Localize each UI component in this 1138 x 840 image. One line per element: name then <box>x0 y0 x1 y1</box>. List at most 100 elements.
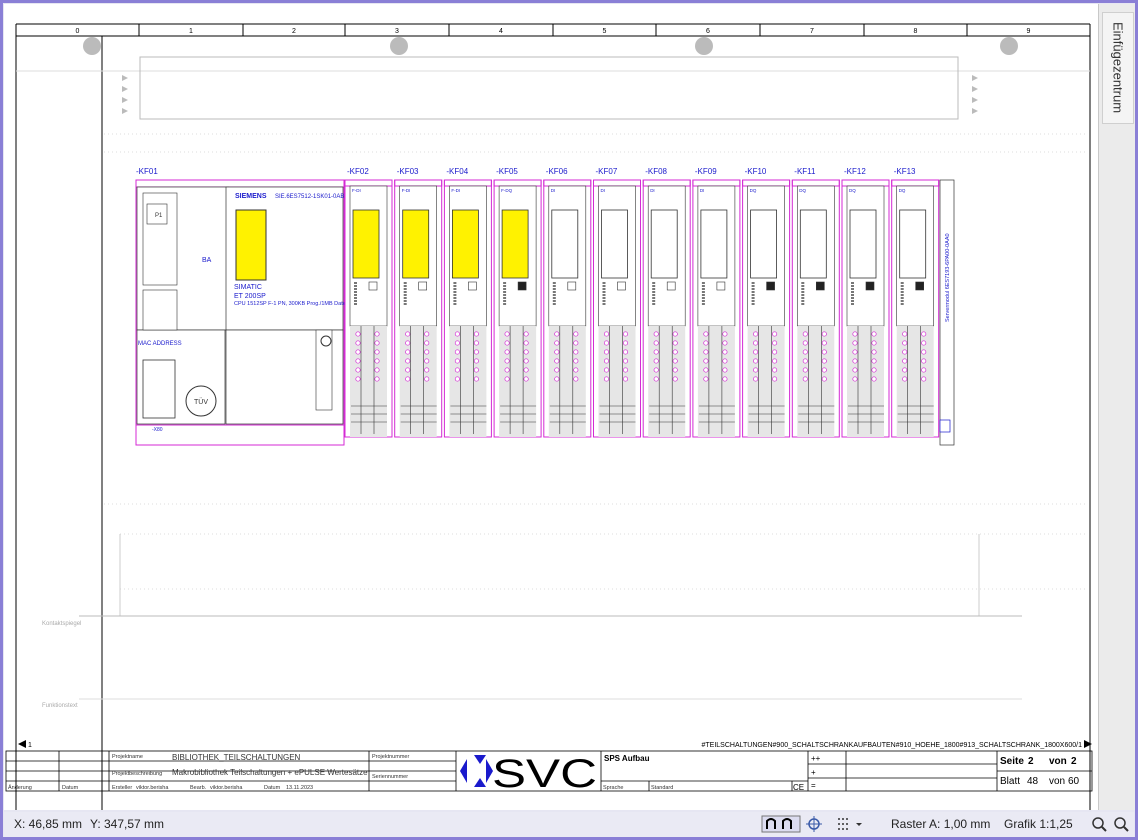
server-module-label: Servermodul 6ES7193-6PA00-0AA0 <box>945 233 951 322</box>
zoom-icon[interactable] <box>1112 815 1130 833</box>
ruler-column-3: 3 <box>395 28 399 35</box>
grid-dropdown-icon[interactable] <box>836 815 866 833</box>
blatt-label: Blatt <box>1000 776 1020 787</box>
sprache-label: Sprache <box>603 785 624 791</box>
bearb-label: Bearb. <box>190 785 207 791</box>
seite-value: 2 <box>1028 756 1034 767</box>
io-module-kf13[interactable]: DQ <box>891 179 940 438</box>
prev-page-arrow-icon[interactable] <box>18 740 26 748</box>
io-tag-kf12: -KF12 <box>844 167 866 176</box>
io-tag-kf06: -KF06 <box>546 167 568 176</box>
io-type-label: DQ <box>899 188 906 193</box>
io-type-label: DI <box>650 188 655 193</box>
io-tag-kf10: -KF10 <box>745 167 767 176</box>
io-type-label: F-DI <box>402 188 411 193</box>
datum-value: 13.11.2023 <box>286 785 313 791</box>
next-page-arrow-icon[interactable] <box>1084 740 1092 748</box>
seite-von-label: von <box>1049 756 1067 767</box>
sprache-value: Standard <box>651 785 673 791</box>
io-module-kf09[interactable]: DI <box>692 179 741 438</box>
svc-logo-text: SVC <box>492 752 597 796</box>
ruler-column-0: 0 <box>76 28 80 35</box>
kontaktspiegel-label: Kontaktspiegel <box>42 621 81 627</box>
io-module-kf07[interactable]: DI <box>593 179 641 438</box>
cross-reference-arrows <box>122 75 978 114</box>
io-type-label: F-DI <box>352 188 361 193</box>
datum-col-label: Datum <box>62 785 79 791</box>
drawing-title: SPS Aufbau <box>604 754 650 763</box>
io-module-kf11[interactable]: DQ <box>791 179 840 438</box>
schematic-canvas[interactable]: 0123456789 Kontaktspiegel Funktionstext … <box>4 4 1098 810</box>
io-tag-kf05: -KF05 <box>496 167 518 176</box>
mac-address-label: MAC ADDRESS <box>138 341 182 347</box>
io-tag-kf03: -KF03 <box>397 167 419 176</box>
seriennummer-label: Seriennummer <box>372 774 408 780</box>
cpu-module[interactable]: TÜV SIEMENS SIE.6ES7512-1SK01-0AB0 SIMAT… <box>135 179 349 446</box>
grafik-value: Grafik 1:1,25 <box>1004 817 1073 831</box>
seite-von-value: 2 <box>1071 756 1077 767</box>
page-nav[interactable]: 1 #TEILSCHALTUNGEN#900_SCHALTSCHRANKAUFB… <box>18 740 1092 749</box>
io-type-label: DQ <box>849 188 856 193</box>
crosshair-icon[interactable] <box>805 815 823 833</box>
blatt-von-value: 60 <box>1068 776 1080 787</box>
funktionstext-label: Funktionstext <box>42 703 78 709</box>
server-module[interactable]: Servermodul 6ES7193-6PA00-0AA0 <box>939 179 955 446</box>
seite-label: Seite <box>1000 756 1024 767</box>
io-tag-kf13: -KF13 <box>894 167 916 176</box>
svc-logo: SVC <box>460 752 597 796</box>
ruler-column-6: 6 <box>706 28 710 35</box>
io-type-label: DI <box>551 188 556 193</box>
eq-label: = <box>811 781 816 790</box>
datum-label: Datum <box>264 785 281 791</box>
io-module-kf12[interactable]: DQ <box>841 179 890 438</box>
cpu-brand: SIEMENS <box>235 193 267 200</box>
ruler-column-9: 9 <box>1027 28 1031 35</box>
bearb-value: viktor.berisha <box>210 785 243 791</box>
side-panel: Einfügezentrum <box>1098 4 1135 810</box>
prev-page-number: 1 <box>28 742 32 749</box>
projektname-value: BIBLIOTHEK_TEILSCHALTUNGEN <box>172 753 301 762</box>
blatt-value: 48 <box>1027 776 1039 787</box>
plusplus-label: ++ <box>811 754 821 763</box>
cpu-line3: CPU 1512SP F-1 PN, 300KB Prog./1MB Daten <box>234 301 349 307</box>
blatt-von-label: von <box>1049 776 1065 787</box>
cpu-line1: SIMATIC <box>234 284 262 291</box>
io-module-kf06[interactable]: DI <box>543 179 592 438</box>
io-tag-kf02: -KF02 <box>347 167 369 176</box>
projektname-label: Projektname <box>112 754 143 760</box>
ruler-column-8: 8 <box>914 28 918 35</box>
plus-label: + <box>811 768 816 777</box>
io-type-label: DQ <box>750 188 757 193</box>
io-module-kf10[interactable]: DQ <box>742 179 791 438</box>
ruler-column-5: 5 <box>603 28 607 35</box>
x80-label: -X80 <box>152 427 163 433</box>
aenderung-label: Änderung <box>8 784 32 791</box>
io-module-kf03[interactable]: F-DI <box>394 179 443 438</box>
tuv-logo: TÜV <box>194 398 208 406</box>
kf01-tag: -KF01 <box>136 167 158 176</box>
snap-toggle-icon[interactable] <box>761 815 801 833</box>
page-path: #TEILSCHALTUNGEN#900_SCHALTSCHRANKAUFBAU… <box>701 742 1082 749</box>
io-module-kf02[interactable]: F-DI <box>344 179 393 438</box>
ruler-column-4: 4 <box>499 28 503 35</box>
io-module-kf04[interactable]: F-DI <box>443 179 492 438</box>
status-bar: X: 46,85 mm Y: 347,57 mm Raster A: 1,00 … <box>4 812 1134 837</box>
io-tag-kf04: -KF04 <box>446 167 468 176</box>
header-placeholder-box <box>139 56 959 120</box>
cursor-x: X: 46,85 mm <box>14 817 83 831</box>
cursor-y: Y: 347,57 mm <box>90 817 165 831</box>
cpu-port-label: P1 <box>155 213 163 219</box>
ersteller-label: Ersteller <box>112 785 132 791</box>
ruler-column-7: 7 <box>810 28 814 35</box>
io-tag-kf08: -KF08 <box>645 167 667 176</box>
io-type-label: DI <box>601 188 606 193</box>
zoom-fit-icon[interactable] <box>1090 815 1108 833</box>
cpu-order-no: SIE.6ES7512-1SK01-0AB0 <box>275 194 348 200</box>
raster-value: Raster A: 1,00 mm <box>891 817 991 831</box>
io-tag-kf07: -KF07 <box>596 167 618 176</box>
einfuegezentrum-tab[interactable]: Einfügezentrum <box>1102 12 1134 124</box>
io-module-kf08[interactable]: DI <box>642 179 691 438</box>
io-type-label: DQ <box>799 188 806 193</box>
io-module-kf05[interactable]: F-DQ <box>493 179 542 438</box>
ruler-column-2: 2 <box>292 28 296 35</box>
